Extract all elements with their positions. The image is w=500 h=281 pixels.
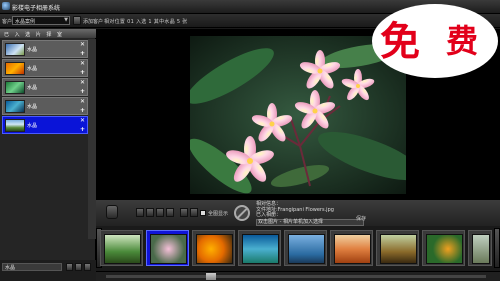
album-thumbnail xyxy=(5,100,25,113)
film-tile[interactable] xyxy=(100,230,143,266)
album-name: 水晶 xyxy=(27,85,38,91)
film-tile[interactable] xyxy=(238,230,281,266)
film-thumbnail xyxy=(150,234,187,264)
film-thumbnail xyxy=(334,234,371,264)
play-icon[interactable] xyxy=(146,208,154,217)
album-name: 水晶 xyxy=(27,104,38,110)
filmstrip xyxy=(96,226,500,271)
album-thumbnail xyxy=(5,62,25,75)
album-item[interactable]: 水晶 ✕ + xyxy=(2,59,88,77)
film-thumbnail xyxy=(426,234,463,264)
scroll-thumb[interactable] xyxy=(206,273,216,280)
close-icon[interactable]: ✕ xyxy=(80,60,85,67)
control-panel: 全图显示 相对信息： 文件地址:Frangipani Flowers.jpg 已… xyxy=(96,199,500,226)
film-thumbnail xyxy=(380,234,417,264)
close-icon[interactable]: ✕ xyxy=(80,79,85,86)
add-icon[interactable]: + xyxy=(80,69,85,76)
album-sidebar: 已 入 选 片 择 室 水晶 ✕ + 水晶 ✕ + 水晶 ✕ + 水晶 ✕ + … xyxy=(0,29,96,281)
move-up-icon[interactable] xyxy=(66,263,73,271)
pause-icon[interactable] xyxy=(136,208,144,217)
film-tile-selected[interactable] xyxy=(146,230,189,266)
film-thumbnail xyxy=(104,234,141,264)
album-select-value: 水晶案例 xyxy=(15,19,36,25)
film-tile[interactable] xyxy=(468,230,492,266)
move-down-icon[interactable] xyxy=(75,263,82,271)
photo-info: 相对信息： 文件地址:Frangipani Flowers.jpg 已入相册： … xyxy=(256,201,364,226)
add-icon[interactable]: + xyxy=(80,50,85,57)
album-name: 水晶 xyxy=(27,47,38,53)
close-icon[interactable]: ✕ xyxy=(80,41,85,48)
strip-right-arrow[interactable] xyxy=(494,228,500,268)
sidebar-header: 已 入 选 片 择 室 xyxy=(0,29,96,38)
album-item[interactable]: 水晶 ✕ + xyxy=(2,40,88,58)
album-name: 水晶 xyxy=(27,66,38,72)
album-name: 水晶 xyxy=(27,123,38,129)
add-client-button[interactable]: 添加客户 xyxy=(83,18,103,25)
prohibit-icon[interactable] xyxy=(234,205,250,221)
album-name-input[interactable]: 水晶 xyxy=(2,263,62,271)
zoom-out-icon[interactable] xyxy=(180,208,188,217)
add-icon[interactable]: + xyxy=(80,126,85,133)
window-title: 影楼电子相册系统 xyxy=(12,5,61,12)
hand-icon[interactable] xyxy=(106,205,118,219)
film-tile[interactable] xyxy=(376,230,419,266)
film-thumbnail xyxy=(242,234,279,264)
sidebar-scrollbar[interactable] xyxy=(88,39,96,239)
album-thumbnail xyxy=(5,81,25,94)
add-icon[interactable]: + xyxy=(80,107,85,114)
album-thumbnail xyxy=(5,43,25,56)
film-tile[interactable] xyxy=(192,230,235,266)
sidebar-footer: 水晶 xyxy=(0,260,96,281)
chevron-down-icon: ▼ xyxy=(64,17,68,23)
film-thumbnail xyxy=(288,234,325,264)
save-button[interactable]: 保存 xyxy=(356,215,366,222)
add-client-icon[interactable] xyxy=(73,16,81,25)
album-item[interactable]: 水晶 ✕ + xyxy=(2,78,88,96)
close-icon[interactable]: ✕ xyxy=(80,98,85,105)
stamp-char-1: 免 xyxy=(380,18,420,65)
album-label: 客户 xyxy=(2,19,13,25)
prev-icon[interactable] xyxy=(156,208,164,217)
film-tile[interactable] xyxy=(422,230,465,266)
album-thumbnail xyxy=(5,119,25,132)
add-icon[interactable]: + xyxy=(80,88,85,95)
fullview-checkbox[interactable] xyxy=(200,210,206,216)
close-icon[interactable]: ✕ xyxy=(80,117,85,124)
next-icon[interactable] xyxy=(166,208,174,217)
film-tile[interactable] xyxy=(330,230,373,266)
filmstrip-scrollbar[interactable] xyxy=(96,271,500,281)
film-thumbnail xyxy=(472,234,490,264)
delete-icon[interactable] xyxy=(84,263,91,271)
album-select[interactable]: 水晶案例 ▼ xyxy=(12,16,70,25)
zoom-in-icon[interactable] xyxy=(190,208,198,217)
fullview-label: 全图显示 xyxy=(208,211,229,217)
free-stamp: 免 费 xyxy=(372,4,498,78)
stamp-char-2: 费 xyxy=(446,22,479,60)
scroll-track[interactable] xyxy=(106,275,486,278)
album-item-selected[interactable]: 水晶 ✕ + xyxy=(2,116,88,134)
film-thumbnail xyxy=(196,234,233,264)
film-tile[interactable] xyxy=(284,230,327,266)
info-description: 双击图片 - 相片单机加入选择 xyxy=(256,218,364,226)
app-icon xyxy=(2,2,10,10)
album-item[interactable]: 水晶 ✕ + xyxy=(2,97,88,115)
selection-stats: 相对位置 01 入选 1 其中水晶 5 张 xyxy=(104,19,188,25)
main-photo[interactable] xyxy=(190,36,406,194)
